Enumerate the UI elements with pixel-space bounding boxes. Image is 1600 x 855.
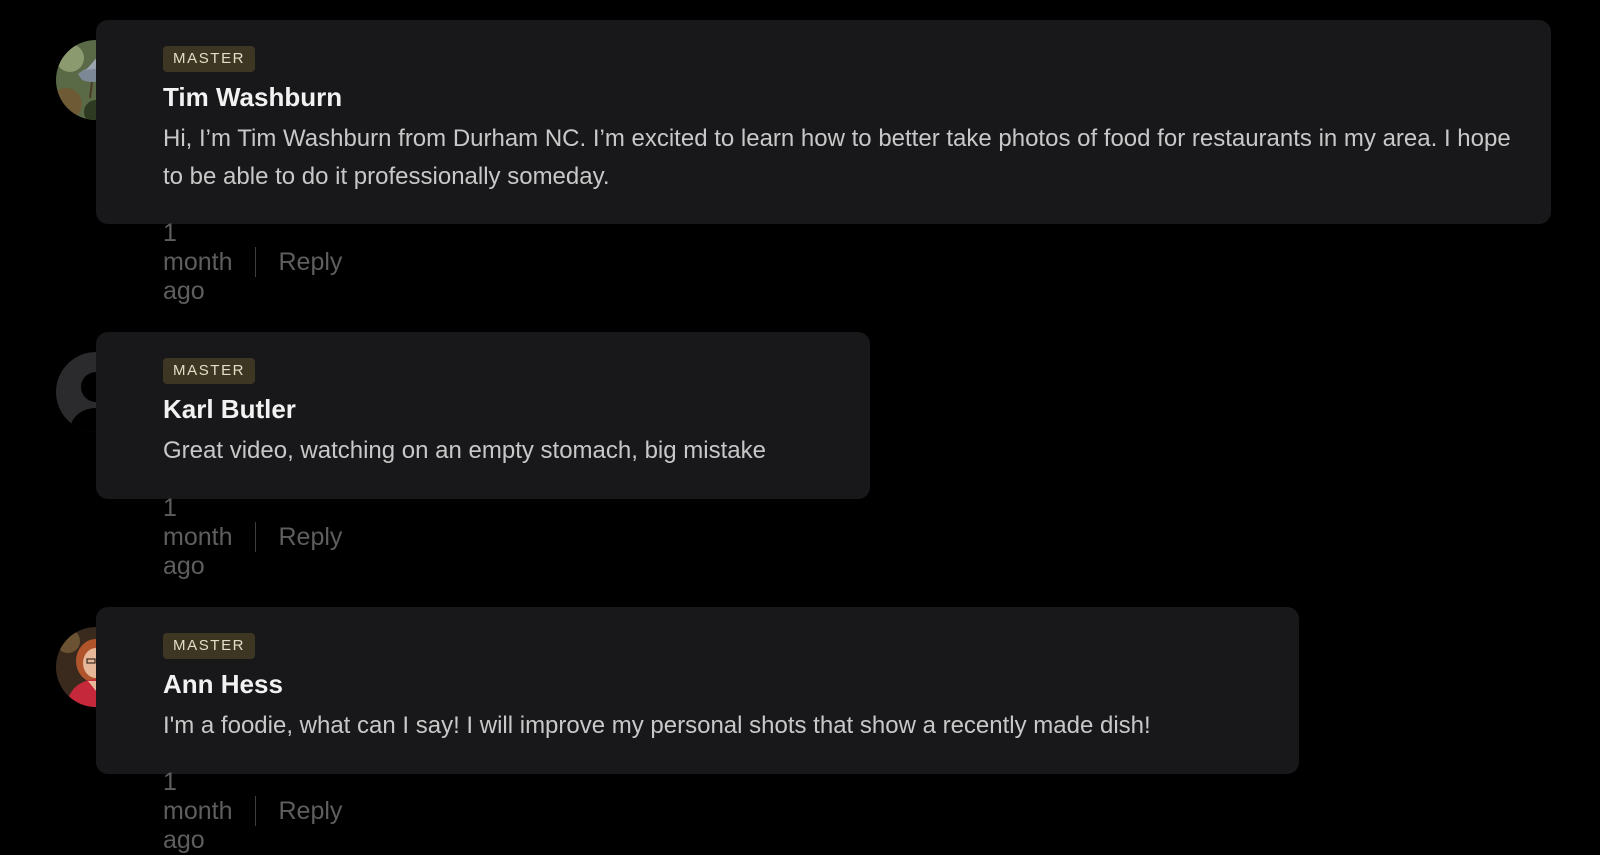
comment-meta: 1 month ago Reply [163, 768, 342, 854]
comment-timestamp: 1 month ago [163, 218, 233, 305]
meta-divider [255, 522, 257, 552]
comment-bubble: MASTER Karl Butler Great video, watching… [96, 332, 870, 499]
comment-text: Great video, watching on an empty stomac… [163, 437, 766, 464]
comment-text: Hi, I’m Tim Washburn from Durham NC. I’m… [163, 125, 1511, 190]
comment-author[interactable]: Tim Washburn [163, 81, 1521, 113]
comment-text: I'm a foodie, what can I say! I will imp… [163, 712, 1151, 739]
reply-button[interactable]: Reply [278, 248, 342, 277]
master-badge: MASTER [163, 633, 256, 659]
comment-timestamp: 1 month ago [163, 493, 233, 580]
comment-timestamp: 1 month ago [163, 767, 233, 854]
reply-button[interactable]: Reply [278, 797, 342, 826]
comment-bubble: MASTER Ann Hess I'm a foodie, what can I… [96, 607, 1299, 774]
meta-divider [255, 247, 257, 277]
comment-meta: 1 month ago Reply [163, 219, 342, 305]
reply-button[interactable]: Reply [278, 523, 342, 552]
master-badge: MASTER [163, 358, 256, 384]
comment-author[interactable]: Ann Hess [163, 668, 1269, 700]
master-badge: MASTER [163, 46, 256, 72]
comment-meta: 1 month ago Reply [163, 494, 342, 580]
comment-author[interactable]: Karl Butler [163, 393, 840, 425]
meta-divider [255, 796, 257, 826]
comment-bubble: MASTER Tim Washburn Hi, I’m Tim Washburn… [96, 20, 1551, 224]
